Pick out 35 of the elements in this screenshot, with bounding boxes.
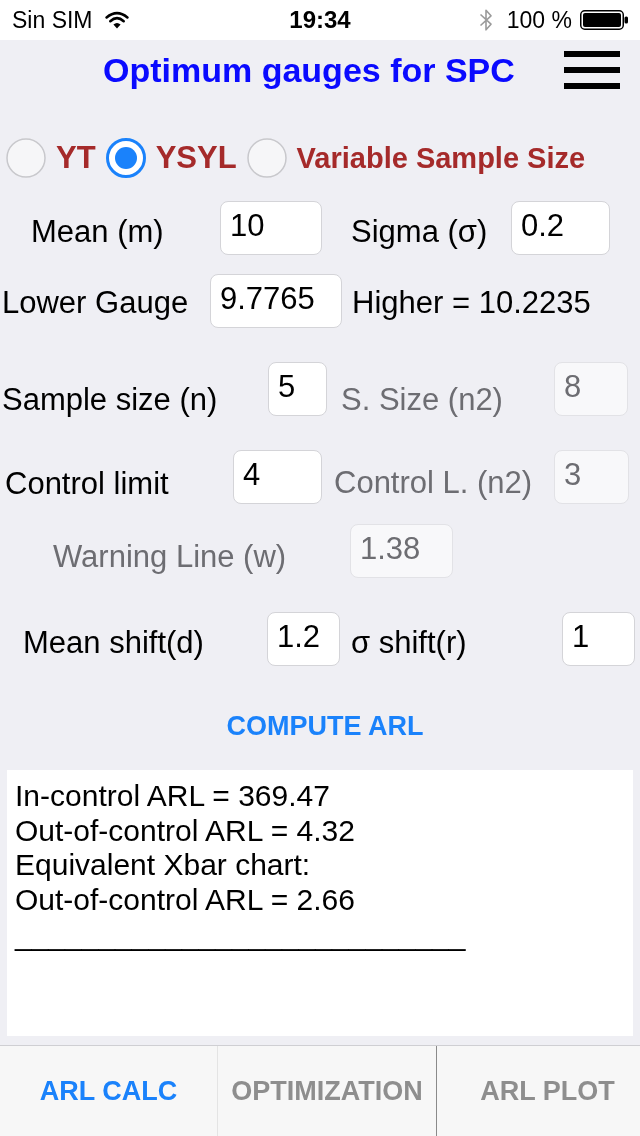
input-field[interactable]: 9.7765: [210, 274, 342, 328]
carrier-text: Sin SIM: [12, 7, 93, 33]
field-label: Control L. (n2): [334, 465, 533, 501]
input-field[interactable]: 10: [220, 201, 322, 255]
field-label: Lower Gauge: [2, 284, 189, 321]
battery-icon: [580, 10, 628, 30]
input-field[interactable]: 1.2: [267, 612, 340, 666]
menu-icon[interactable]: [564, 51, 620, 89]
input-field[interactable]: 4: [233, 450, 322, 504]
field-label: Higher = 10.2235: [352, 284, 591, 321]
field-label: σ shift(r): [351, 625, 467, 661]
field-label: Warning Line (w): [53, 538, 287, 575]
app-title: Optimum gauges for SPC: [103, 50, 515, 90]
field-label: Mean shift(d): [23, 625, 204, 661]
field-label: Mean (m): [31, 214, 164, 250]
input-field[interactable]: 1: [562, 612, 635, 666]
field-label: Sigma (σ): [351, 214, 488, 250]
chart-type-radio[interactable]: Variable Sample Size: [246, 138, 586, 178]
result-text: Out-of-control ARL = 4.32: [15, 813, 356, 849]
result-text: Equivalent Xbar chart:: [15, 848, 312, 884]
input-field[interactable]: 5: [268, 362, 327, 416]
field-label: Sample size (n): [2, 382, 218, 418]
chart-type-radio[interactable]: YSYL: [105, 138, 237, 178]
compute-button[interactable]: COMPUTE ARL: [214, 703, 436, 750]
wifi-icon: [104, 11, 129, 29]
field-label: S. Size (n2): [341, 382, 503, 418]
bluetooth-icon: [478, 8, 493, 32]
result-text: Out-of-control ARL = 2.66: [15, 883, 356, 918]
battery-percentage-text: 100 %: [506, 7, 572, 33]
chart-type-radio[interactable]: YT: [6, 138, 96, 178]
result-text: ___________________________: [15, 917, 467, 953]
clock-text: 19:34: [289, 7, 351, 33]
field-label: Control limit: [5, 466, 169, 502]
result-text: In-control ARL = 369.47: [15, 779, 331, 814]
input-field[interactable]: 0.2: [511, 201, 610, 255]
